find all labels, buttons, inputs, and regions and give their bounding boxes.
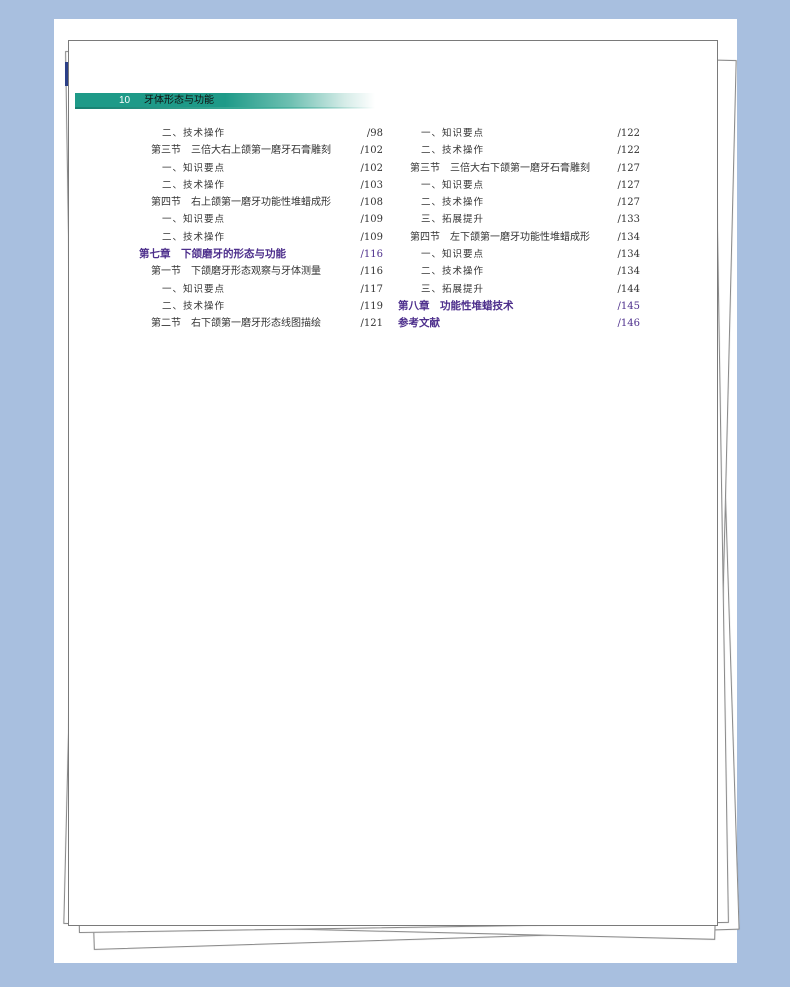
toc-chapter-entry: 参考文献/146 [398, 315, 640, 332]
toc-page-number: /134 [617, 266, 640, 278]
running-title: 牙体形态与功能 [144, 95, 214, 106]
toc-subsection-entry: 一、知识要点/127 [398, 177, 640, 194]
page-number: 10 [119, 95, 131, 106]
toc-entry-label: 二、技术操作 [162, 231, 226, 243]
toc-right-column: 一、知识要点/122 二、技术操作/122 第三节 三倍大右下颌第一磨牙石膏雕刻/1… [398, 125, 640, 333]
toc-page-number: /121 [360, 318, 383, 330]
toc-page-number: /122 [617, 145, 640, 157]
toc-entry-label: 二、技术操作 [162, 179, 226, 191]
toc-subsection-entry: 二、技术操作/127 [398, 194, 640, 211]
toc-entry-label: 一、知识要点 [162, 162, 226, 174]
toc-entry-label: 第四节 左下颌第一磨牙功能性堆蜡成形 [410, 231, 590, 243]
toc-entry-label: 三、拓展提升 [421, 214, 485, 226]
toc-subsection-entry: 一、知识要点/102 [139, 160, 383, 177]
toc-page-number: /102 [360, 145, 383, 157]
toc-page-number: /103 [360, 179, 383, 191]
toc-section-entry: 第四节 右上颌第一磨牙功能性堆蜡成形/108 [139, 194, 383, 211]
toc-entry-label: 二、技术操作 [162, 128, 226, 139]
toc-entry-label: 第一节 下颌磨牙形态观察与牙体测量 [151, 266, 321, 278]
toc-entry-label: 一、知识要点 [421, 179, 485, 191]
toc-section-entry: 第三节 三倍大右上颌第一磨牙石膏雕刻/102 [139, 142, 383, 159]
toc-chapter-entry: 第七章 下颌磨牙的形态与功能/116 [139, 246, 383, 263]
toc-entry-label: 二、技术操作 [421, 266, 485, 278]
toc-entry-label: 一、知识要点 [421, 128, 485, 139]
toc-subsection-entry: 二、技术操作/134 [398, 263, 640, 280]
toc-entry-label: 第八章 功能性堆蜡技术 [398, 299, 514, 312]
toc-entry-label: 一、知识要点 [162, 283, 226, 295]
toc-page-number: /119 [360, 300, 383, 312]
toc-section-entry: 第一节 下颌磨牙形态观察与牙体测量/116 [139, 263, 383, 280]
toc-page-number: /116 [360, 249, 383, 261]
toc-entry-label: 第三节 三倍大右下颌第一磨牙石膏雕刻 [410, 162, 590, 174]
toc-page-number: /98 [366, 128, 383, 139]
toc-page-number: /146 [617, 318, 640, 330]
toc-entry-label: 一、知识要点 [421, 249, 485, 261]
toc-section-entry: 第二节 右下颌第一磨牙形态线图描绘/121 [139, 315, 383, 332]
toc-page-number: /116 [360, 266, 383, 278]
toc-left-column: 二、技术操作/98 第三节 三倍大右上颌第一磨牙石膏雕刻/102 一、知识要点/10… [139, 125, 383, 333]
book-page: 10 牙体形态与功能 二、技术操作/98 第三节 三倍大右上颌第一磨牙石膏雕刻/1… [68, 40, 718, 926]
toc-subsection-entry: 一、知识要点/122 [398, 125, 640, 142]
toc-entry-label: 三、拓展提升 [421, 283, 485, 295]
toc-entry-label: 二、技术操作 [421, 197, 485, 209]
toc-page-number: /134 [617, 231, 640, 243]
toc-subsection-entry: 二、技术操作/122 [398, 142, 640, 159]
toc-section-entry: 第三节 三倍大右下颌第一磨牙石膏雕刻/127 [398, 160, 640, 177]
toc-page-number: /144 [617, 283, 640, 295]
toc-subsection-entry: 二、技术操作/103 [139, 177, 383, 194]
toc-subsection-entry: 一、知识要点/109 [139, 211, 383, 228]
toc-entry-label: 参考文献 [398, 317, 440, 330]
toc-page-number: /122 [617, 128, 640, 139]
toc-page-number: /134 [617, 249, 640, 261]
toc-page-number: /127 [617, 197, 640, 209]
toc-page-number: /102 [360, 162, 383, 174]
toc-page-number: /127 [617, 162, 640, 174]
toc-page-number: /109 [360, 214, 383, 226]
toc-page-number: /145 [617, 300, 640, 312]
toc-entry-label: 第三节 三倍大右上颌第一磨牙石膏雕刻 [151, 145, 331, 157]
toc-entry-label: 第四节 右上颌第一磨牙功能性堆蜡成形 [151, 197, 331, 209]
toc-subsection-entry: 三、拓展提升/133 [398, 211, 640, 228]
toc-page-number: /127 [617, 179, 640, 191]
toc-page-number: /108 [360, 197, 383, 209]
toc-subsection-entry: 三、拓展提升/144 [398, 281, 640, 298]
toc-entry-label: 一、知识要点 [162, 214, 226, 226]
toc-page-number: /117 [360, 283, 383, 295]
toc-chapter-entry: 第八章 功能性堆蜡技术/145 [398, 298, 640, 315]
toc-subsection-entry: 二、技术操作/119 [139, 298, 383, 315]
toc-entry-label: 第七章 下颌磨牙的形态与功能 [139, 248, 286, 261]
toc-entry-label: 二、技术操作 [421, 145, 485, 157]
toc-entry-label: 二、技术操作 [162, 300, 226, 312]
toc-subsection-entry: 一、知识要点/134 [398, 246, 640, 263]
header-rule [75, 107, 375, 109]
toc-subsection-entry: 二、技术操作/98 [139, 125, 383, 142]
toc-page-number: /133 [617, 214, 640, 226]
toc-page-number: /109 [360, 231, 383, 243]
toc-entry-label: 第二节 右下颌第一磨牙形态线图描绘 [151, 318, 321, 330]
toc-subsection-entry: 二、技术操作/109 [139, 229, 383, 246]
toc-section-entry: 第四节 左下颌第一磨牙功能性堆蜡成形/134 [398, 229, 640, 246]
toc-subsection-entry: 一、知识要点/117 [139, 281, 383, 298]
